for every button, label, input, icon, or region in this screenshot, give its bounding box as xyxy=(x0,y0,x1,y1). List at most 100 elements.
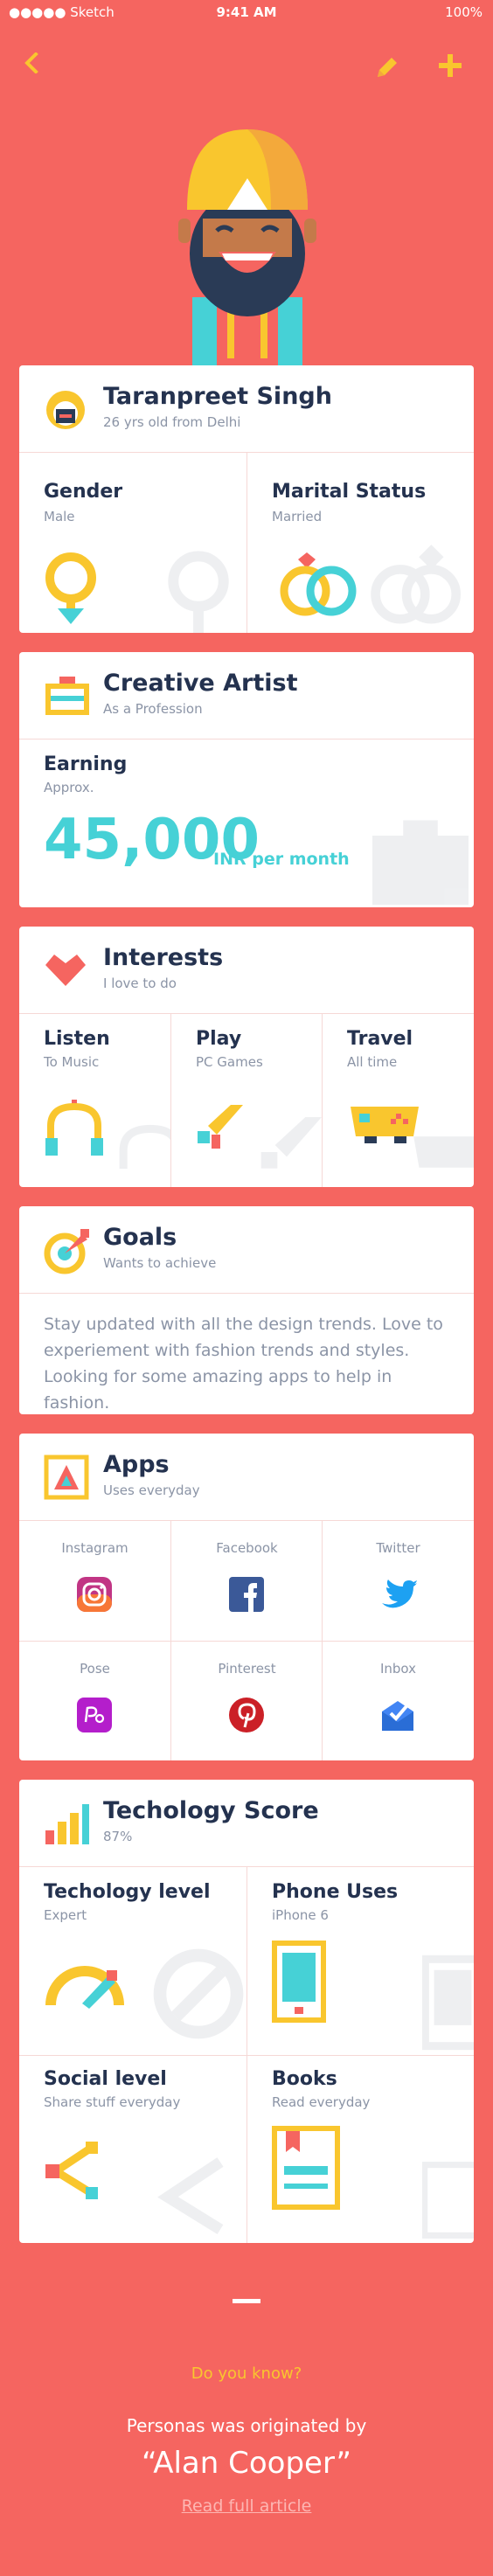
profession-subtitle: As a Profession xyxy=(103,701,203,717)
app-facebook[interactable]: Facebook xyxy=(171,1521,323,1641)
interest-label: Travel xyxy=(347,1028,413,1050)
gender-label: Gender xyxy=(44,481,123,503)
profession-header: Creative Artist As a Profession xyxy=(19,652,474,739)
app-inbox[interactable]: Inbox xyxy=(323,1642,474,1760)
persona-subtitle: 26 yrs old from Delhi xyxy=(103,414,241,430)
gun-ghost-icon xyxy=(260,1117,322,1169)
earning-label: Earning xyxy=(44,753,128,775)
book-icon xyxy=(272,2126,340,2210)
interests-card: Interests I love to do Listen To Music P… xyxy=(19,927,474,1187)
goals-header: Goals Wants to achieve xyxy=(19,1206,474,1294)
app-name: Instagram xyxy=(61,1540,128,1556)
interest-sub: To Music xyxy=(44,1054,100,1070)
app-name: Pinterest xyxy=(218,1661,276,1677)
gauge-ghost-icon xyxy=(153,1948,244,2039)
plus-icon[interactable] xyxy=(437,52,463,79)
gun-icon xyxy=(198,1105,243,1149)
did-you-know: Do you know? xyxy=(191,2364,302,2383)
interest-play: Play PC Games xyxy=(171,1014,322,1187)
tech-subtitle: 87% xyxy=(103,1829,133,1844)
app-name: Inbox xyxy=(379,1661,417,1677)
app-name: Pose xyxy=(80,1661,110,1677)
pose-icon[interactable] xyxy=(75,1696,114,1734)
share-ghost-icon xyxy=(157,2157,224,2235)
read-article-link[interactable]: Read full article xyxy=(0,2496,493,2516)
interest-sub: PC Games xyxy=(196,1054,263,1070)
pencil-icon[interactable] xyxy=(374,54,400,80)
heart-icon xyxy=(45,955,86,986)
share-icon xyxy=(45,2142,98,2199)
pinterest-icon[interactable] xyxy=(227,1696,266,1734)
persona-name: Taranpreet Singh xyxy=(103,383,332,410)
apps-header: Apps Uses everyday xyxy=(19,1434,474,1521)
interest-listen: Listen To Music xyxy=(19,1014,170,1187)
app-instagram[interactable]: Instagram xyxy=(19,1521,170,1641)
profile-card: Taranpreet Singh 26 yrs old from Delhi G… xyxy=(19,365,474,633)
phone-uses-cell: Phone Uses iPhone 6 xyxy=(247,1867,474,2055)
interests-title: Interests xyxy=(103,944,224,971)
tech-label: Social level xyxy=(44,2068,167,2090)
rings-icon xyxy=(280,552,357,616)
male-ghost-icon xyxy=(168,551,229,633)
instagram-icon[interactable] xyxy=(75,1575,114,1614)
app-pose[interactable]: Pose xyxy=(19,1642,170,1760)
briefcase-ghost-icon xyxy=(372,820,469,906)
section-divider xyxy=(233,2299,260,2303)
headphones-ghost-icon xyxy=(119,1124,170,1170)
apps-card: Apps Uses everyday Instagram Facebook Tw… xyxy=(19,1434,474,1760)
bars-icon xyxy=(45,1804,89,1844)
profile-header: Taranpreet Singh 26 yrs old from Delhi xyxy=(19,365,474,453)
turban-icon xyxy=(46,391,85,429)
battery-level: 100% xyxy=(445,4,483,20)
tech-label: Techology level xyxy=(44,1881,211,1903)
footer-line: Personas was originated by xyxy=(126,2415,367,2436)
interests-header: Interests I love to do xyxy=(19,927,474,1014)
profession-title: Creative Artist xyxy=(103,670,298,697)
tech-title: Techology Score xyxy=(103,1797,319,1824)
rings-ghost-icon xyxy=(371,545,462,624)
tech-sub: Share stuff everyday xyxy=(44,2094,181,2110)
phone-icon xyxy=(272,1941,326,2023)
interest-sub: All time xyxy=(347,1054,398,1070)
app-name: Facebook xyxy=(216,1540,278,1556)
chevron-left-icon[interactable] xyxy=(21,52,42,73)
earning-unit: INR per month xyxy=(213,850,350,869)
tech-sub: Expert xyxy=(44,1907,87,1923)
tech-level-cell: Techology level Expert xyxy=(19,1867,246,2055)
tech-sub: Read everyday xyxy=(272,2094,371,2110)
apps-title: Apps xyxy=(103,1451,170,1478)
target-icon xyxy=(44,1229,89,1274)
phone-ghost-icon xyxy=(422,1955,474,2051)
gender-cell: Gender Male xyxy=(19,453,246,633)
marital-value: Married xyxy=(272,509,323,524)
goals-card: Goals Wants to achieve Stay updated with… xyxy=(19,1206,474,1414)
earning-cell: Earning Approx. 45,000 INR per month xyxy=(19,739,474,907)
apps-subtitle: Uses everyday xyxy=(103,1482,200,1498)
apps-icon xyxy=(44,1455,89,1500)
tech-label: Phone Uses xyxy=(272,1881,399,1903)
gauge-icon xyxy=(45,1966,124,2009)
twitter-icon[interactable] xyxy=(378,1575,417,1614)
marital-cell: Marital Status Married xyxy=(247,453,474,633)
car-ghost-icon xyxy=(413,1136,474,1168)
books-cell: Books Read everyday xyxy=(247,2056,474,2243)
earning-sub: Approx. xyxy=(44,780,94,795)
tech-card: Techology Score 87% Techology level Expe… xyxy=(19,1780,474,2243)
interest-travel: Travel All time xyxy=(323,1014,474,1187)
goals-subtitle: Wants to achieve xyxy=(103,1255,217,1271)
interest-label: Listen xyxy=(44,1028,110,1050)
interests-subtitle: I love to do xyxy=(103,976,177,991)
app-pinterest[interactable]: Pinterest xyxy=(171,1642,323,1760)
inbox-icon[interactable] xyxy=(378,1696,417,1734)
goals-body: Stay updated with all the design trends.… xyxy=(44,1315,443,1413)
tech-sub: iPhone 6 xyxy=(272,1907,329,1923)
book-ghost-icon xyxy=(422,2162,474,2239)
tech-label: Books xyxy=(272,2068,337,2090)
app-name: Twitter xyxy=(376,1540,420,1556)
interest-label: Play xyxy=(196,1028,242,1050)
status-time: 9:41 AM xyxy=(216,4,277,20)
app-twitter[interactable]: Twitter xyxy=(323,1521,474,1641)
avatar xyxy=(178,129,316,367)
goals-title: Goals xyxy=(103,1224,177,1251)
facebook-icon[interactable] xyxy=(227,1575,266,1614)
